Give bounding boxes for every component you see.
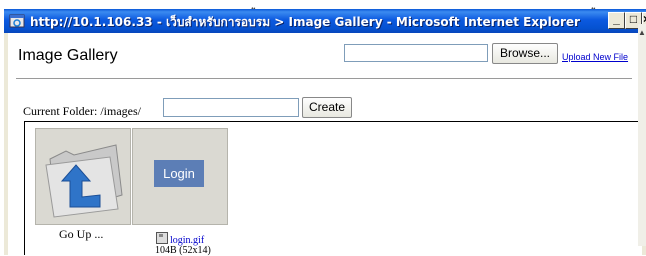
page-content: Image Gallery Browse... Upload New File … <box>8 33 642 256</box>
folder-up-icon <box>45 144 123 218</box>
create-folder-button[interactable]: Create <box>302 97 352 118</box>
maximize-icon: □ <box>629 12 638 26</box>
header-divider <box>16 78 632 79</box>
image-file-row[interactable]: login.gif <box>156 232 204 246</box>
current-folder-label: Current Folder: /images/ <box>23 104 141 118</box>
go-up-caption: Go Up ... <box>59 227 104 241</box>
background-page-strip: ู ู <box>0 0 646 9</box>
minimize-button[interactable]: _ <box>608 12 625 29</box>
gallery-panel: Go Up ... Login login.gif 104B (52x14) <box>24 121 642 256</box>
ie-window: http://10.1.106.33 - เว็บสำหรับการอบรม >… <box>4 9 646 256</box>
scrollbar[interactable] <box>638 24 646 246</box>
page-title: Image Gallery <box>18 47 118 64</box>
image-thumbnail[interactable]: Login <box>132 128 228 225</box>
upload-new-file-link[interactable]: Upload New File <box>562 52 628 62</box>
minimize-icon: _ <box>613 12 620 26</box>
go-up-thumbnail[interactable] <box>35 128 131 225</box>
login-image-preview: Login <box>154 160 204 187</box>
image-file-info: 104B (52x14) <box>155 245 211 256</box>
scroll-up-icon[interactable]: ▲ <box>638 28 646 37</box>
image-file-icon <box>156 232 168 244</box>
internet-explorer-icon <box>9 14 25 28</box>
upload-file-input[interactable] <box>344 44 488 62</box>
browse-button[interactable]: Browse... <box>492 43 558 64</box>
window-title: http://10.1.106.33 - เว็บสำหรับการอบรม >… <box>30 15 580 29</box>
new-folder-input[interactable] <box>163 98 299 117</box>
title-bar[interactable]: http://10.1.106.33 - เว็บสำหรับการอบรม >… <box>4 9 646 33</box>
